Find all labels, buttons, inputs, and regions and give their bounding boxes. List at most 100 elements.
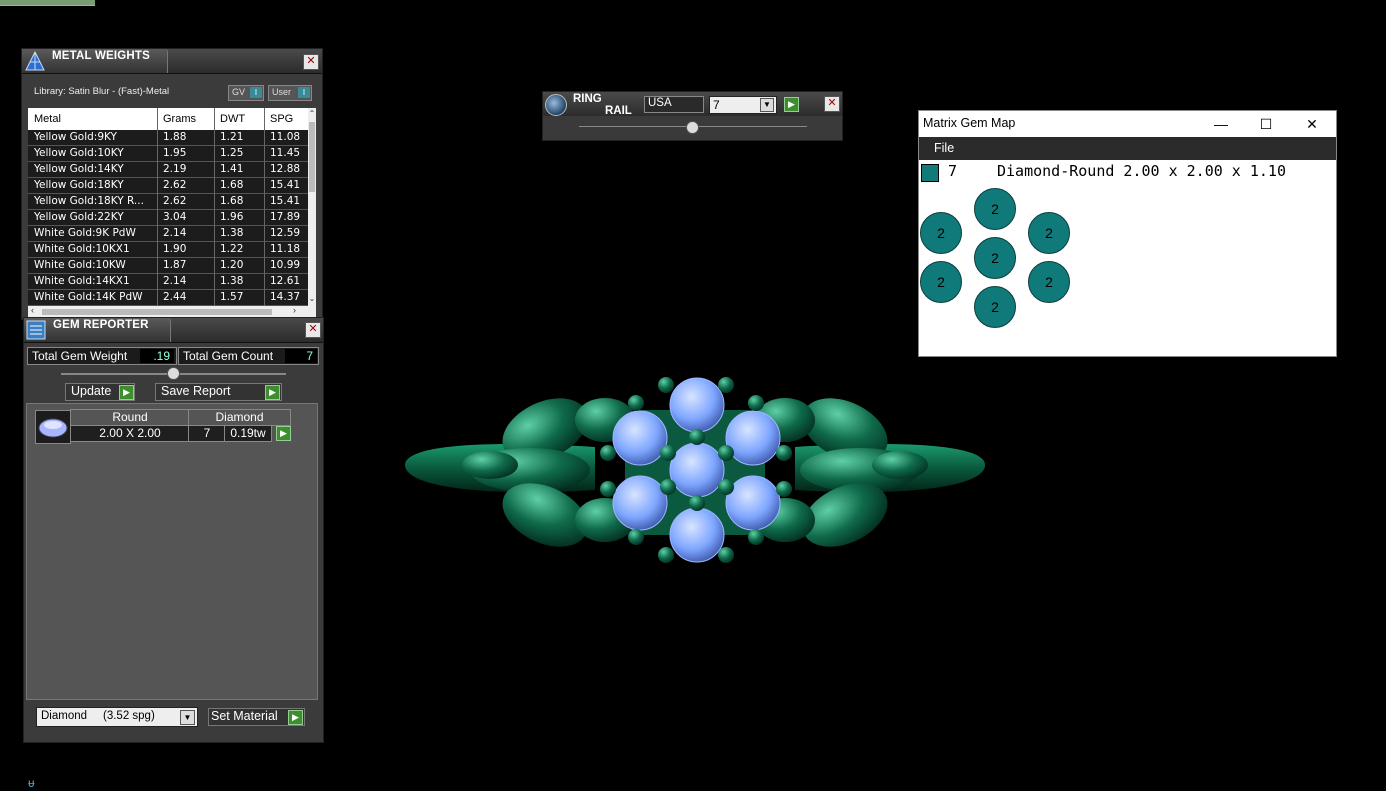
metal-vertical-scroll-thumb[interactable] — [309, 122, 315, 192]
scroll-right-icon[interactable]: › — [293, 305, 296, 315]
gem-color-swatch — [921, 164, 939, 182]
col-spg[interactable]: SPG — [270, 113, 293, 125]
gem-reporter-slider-knob[interactable] — [167, 367, 180, 380]
gem-stone — [669, 507, 725, 563]
metal-cell-spg: 11.45 — [270, 147, 301, 159]
chevron-down-icon: ▼ — [760, 98, 774, 112]
ring-rail-go-button[interactable]: ▶ — [784, 97, 799, 112]
ring-3d-model[interactable] — [395, 365, 995, 575]
metal-cell-spg: 12.61 — [270, 275, 301, 287]
scroll-down-icon[interactable]: ⌄ — [308, 294, 316, 303]
gem-material-cell: Diamond — [188, 409, 291, 426]
metal-table[interactable]: Metal Grams DWT SPG Yellow Gold:9KY 1.88 1… — [28, 108, 316, 306]
update-go-icon: ▶ — [119, 385, 134, 400]
ring-rail-slider-knob[interactable] — [686, 121, 699, 134]
metal-row[interactable]: White Gold:10KX1 1.90 1.22 11.18 — [28, 242, 308, 258]
round-gem-icon — [38, 418, 68, 438]
metal-cell-dwt: 1.41 — [220, 163, 244, 175]
gem-stone — [669, 442, 725, 498]
ring-size-value: 7 — [713, 98, 720, 112]
save-report-go-icon: ▶ — [265, 385, 280, 400]
save-report-button[interactable]: Save Report ▶ — [155, 383, 282, 401]
gem-reporter-close-button[interactable]: ✕ — [305, 322, 321, 338]
ring-region-value: USA — [648, 97, 672, 109]
gem-map-dot[interactable]: 2 — [1028, 261, 1070, 303]
chevron-down-icon: ▼ — [180, 710, 195, 725]
metal-cell-metal: Yellow Gold:9KY — [34, 131, 117, 143]
user-toggle[interactable]: User I — [268, 85, 312, 101]
metal-row[interactable]: White Gold:10KW 1.87 1.20 10.99 — [28, 258, 308, 274]
gem-row-icon-box[interactable] — [35, 410, 71, 444]
gem-reporter-titlebar[interactable]: GEM REPORTER ✕ — [24, 318, 323, 343]
total-gem-weight-field: Total Gem Weight .19 — [27, 347, 177, 365]
metal-row[interactable]: White Gold:9K PdW 2.14 1.38 12.59 — [28, 226, 308, 242]
total-gem-count-field: Total Gem Count 7 — [178, 347, 319, 365]
gem-map-dot[interactable]: 2 — [974, 237, 1016, 279]
gem-map-dot[interactable]: 2 — [974, 286, 1016, 328]
metal-row[interactable]: White Gold:14K PdW 2.44 1.57 14.37 — [28, 290, 308, 306]
metal-row[interactable]: White Gold:14KX1 2.14 1.38 12.61 — [28, 274, 308, 290]
metal-cell-grams: 1.90 — [163, 243, 187, 255]
gem-row-go-button[interactable]: ▶ — [276, 426, 291, 441]
total-gem-count-label: Total Gem Count — [183, 349, 274, 363]
metal-weights-logo-icon — [25, 50, 45, 71]
set-material-go-icon: ▶ — [288, 710, 303, 725]
update-button[interactable]: Update ▶ — [65, 383, 135, 401]
metal-row[interactable]: Yellow Gold:14KY 2.19 1.41 12.88 — [28, 162, 308, 178]
metal-cell-metal: White Gold:14KX1 — [34, 275, 130, 287]
save-report-button-label: Save Report — [161, 384, 231, 398]
metal-cell-dwt: 1.68 — [220, 195, 244, 207]
gv-toggle[interactable]: GV I — [228, 85, 264, 101]
col-metal[interactable]: Metal — [34, 113, 61, 125]
col-dwt[interactable]: DWT — [220, 113, 245, 125]
gem-map-dot[interactable]: 2 — [920, 212, 962, 254]
gem-map-dot[interactable]: 2 — [1028, 212, 1070, 254]
ring-region-field[interactable]: USA — [644, 96, 704, 113]
metal-row[interactable]: Yellow Gold:18KY R... 2.62 1.68 15.41 — [28, 194, 308, 210]
ring-rail-logo-icon — [545, 94, 567, 116]
metal-cell-dwt: 1.96 — [220, 211, 244, 223]
metal-cell-metal: Yellow Gold:10KY — [34, 147, 124, 159]
metal-cell-grams: 1.95 — [163, 147, 187, 159]
total-gem-weight-label: Total Gem Weight — [32, 349, 128, 363]
metal-cell-spg: 15.41 — [270, 179, 301, 191]
metal-cell-dwt: 1.38 — [220, 227, 244, 239]
maximize-icon[interactable]: ☐ — [1244, 113, 1288, 135]
gem-reporter-title: GEM REPORTER — [53, 319, 149, 331]
metal-row[interactable]: Yellow Gold:18KY 2.62 1.68 15.41 — [28, 178, 308, 194]
metal-cell-grams: 1.87 — [163, 259, 187, 271]
user-label: User — [272, 87, 292, 97]
minimize-icon[interactable]: — — [1199, 113, 1243, 135]
ring-size-select[interactable]: 7 ▼ — [709, 96, 777, 114]
set-material-button-label: Set Material — [211, 709, 278, 723]
metal-horizontal-scroll-thumb[interactable] — [42, 309, 272, 315]
gem-map-dot[interactable]: 2 — [920, 261, 962, 303]
close-icon[interactable]: ✕ — [1290, 113, 1334, 135]
menu-file[interactable]: File — [934, 141, 954, 155]
scroll-up-icon[interactable]: ⌃ — [308, 109, 316, 118]
ring-rail-close-button[interactable]: ✕ — [824, 96, 840, 112]
metal-cell-metal: White Gold:10KW — [34, 259, 126, 271]
top-left-tab[interactable] — [0, 0, 95, 6]
metal-row[interactable]: Yellow Gold:10KY 1.95 1.25 11.45 — [28, 146, 308, 162]
set-material-button[interactable]: Set Material ▶ — [208, 708, 305, 726]
scroll-left-icon[interactable]: ‹ — [31, 305, 34, 315]
gv-label: GV — [232, 87, 246, 97]
material-select[interactable]: Diamond (3.52 spg) ▼ — [36, 707, 198, 727]
metal-cell-spg: 12.59 — [270, 227, 301, 239]
total-gem-weight-value: .19 — [140, 349, 174, 363]
leaf — [462, 451, 518, 479]
metal-weights-title: METAL WEIGHTS — [52, 50, 151, 62]
gv-indicator-icon: I — [250, 87, 262, 98]
metal-cell-grams: 2.14 — [163, 227, 187, 239]
col-grams[interactable]: Grams — [163, 113, 196, 125]
metal-table-header: Metal Grams DWT SPG — [28, 108, 308, 130]
metal-row[interactable]: Yellow Gold:9KY 1.88 1.21 11.08 — [28, 130, 308, 146]
gem-size-cell: 2.00 X 2.00 — [70, 425, 190, 442]
metal-weights-close-button[interactable]: ✕ — [303, 54, 319, 70]
metal-row[interactable]: Yellow Gold:22KY 3.04 1.96 17.89 — [28, 210, 308, 226]
matrix-gem-map-window: Matrix Gem Map — ☐ ✕ File 7 Diamond-Roun… — [918, 110, 1337, 357]
gem-map-dot[interactable]: 2 — [974, 188, 1016, 230]
metal-cell-metal: White Gold:10KX1 — [34, 243, 130, 255]
metal-weights-titlebar[interactable]: METAL WEIGHTS ✕ — [22, 49, 322, 74]
